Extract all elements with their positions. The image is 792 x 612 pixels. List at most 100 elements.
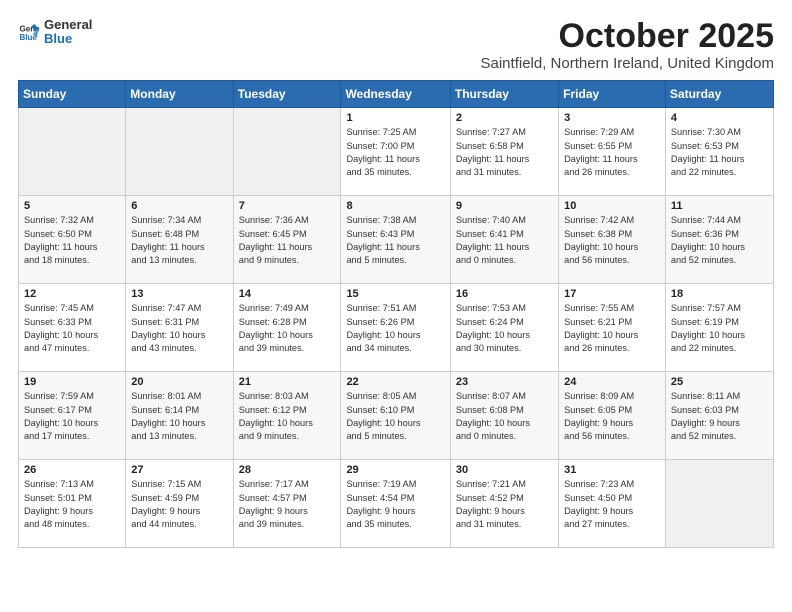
week-row-2: 5 Sunrise: 7:32 AM Sunset: 6:50 PM Daylig… xyxy=(19,196,774,284)
day-info: Sunrise: 7:17 AM Sunset: 4:57 PM Dayligh… xyxy=(239,478,336,531)
day-number: 29 xyxy=(346,464,444,476)
col-wednesday: Wednesday xyxy=(341,81,450,108)
day-number: 23 xyxy=(456,376,553,388)
calendar-cell: 10 Sunrise: 7:42 AM Sunset: 6:38 PM Dayli… xyxy=(559,196,666,284)
calendar-cell xyxy=(665,460,773,548)
calendar-cell: 8 Sunrise: 7:38 AM Sunset: 6:43 PM Daylig… xyxy=(341,196,450,284)
col-thursday: Thursday xyxy=(450,81,558,108)
day-number: 10 xyxy=(564,200,660,212)
day-info: Sunrise: 7:38 AM Sunset: 6:43 PM Dayligh… xyxy=(346,214,444,267)
day-number: 12 xyxy=(24,288,120,300)
calendar-cell: 2Sunrise: 7:27 AM Sunset: 6:58 PM Daylig… xyxy=(450,108,558,196)
day-number: 27 xyxy=(131,464,227,476)
calendar-cell: 13 Sunrise: 7:47 AM Sunset: 6:31 PM Dayli… xyxy=(126,284,233,372)
week-row-1: 1 Sunrise: 7:25 AM Sunset: 7:00 PM Daylig… xyxy=(19,108,774,196)
calendar-cell: 4Sunrise: 7:30 AM Sunset: 6:53 PM Daylig… xyxy=(665,108,773,196)
day-info: Sunrise: 7:45 AM Sunset: 6:33 PM Dayligh… xyxy=(24,302,120,355)
calendar-cell xyxy=(233,108,341,196)
logo-general: General xyxy=(44,18,92,32)
col-tuesday: Tuesday xyxy=(233,81,341,108)
calendar-cell: 17 Sunrise: 7:55 AM Sunset: 6:21 PM Dayli… xyxy=(559,284,666,372)
day-info: Sunrise: 8:05 AM Sunset: 6:10 PM Dayligh… xyxy=(346,390,444,443)
day-number: 18 xyxy=(671,288,768,300)
day-info: Sunrise: 7:23 AM Sunset: 4:50 PM Dayligh… xyxy=(564,478,660,531)
calendar-cell: 15 Sunrise: 7:51 AM Sunset: 6:26 PM Dayli… xyxy=(341,284,450,372)
day-number: 16 xyxy=(456,288,553,300)
calendar-cell: 27 Sunrise: 7:15 AM Sunset: 4:59 PM Dayli… xyxy=(126,460,233,548)
day-info: Sunrise: 7:44 AM Sunset: 6:36 PM Dayligh… xyxy=(671,214,768,267)
day-info: Sunrise: 7:36 AM Sunset: 6:45 PM Dayligh… xyxy=(239,214,336,267)
day-number: 7 xyxy=(239,200,336,212)
calendar-cell: 1 Sunrise: 7:25 AM Sunset: 7:00 PM Daylig… xyxy=(341,108,450,196)
calendar-cell: 20 Sunrise: 8:01 AM Sunset: 6:14 PM Dayli… xyxy=(126,372,233,460)
day-info: Sunrise: 7:34 AM Sunset: 6:48 PM Dayligh… xyxy=(131,214,227,267)
calendar-cell: 16 Sunrise: 7:53 AM Sunset: 6:24 PM Dayli… xyxy=(450,284,558,372)
calendar-table: Sunday Monday Tuesday Wednesday Thursday… xyxy=(18,80,774,548)
day-info: Sunrise: 7:49 AM Sunset: 6:28 PM Dayligh… xyxy=(239,302,336,355)
calendar-cell: 11 Sunrise: 7:44 AM Sunset: 6:36 PM Dayli… xyxy=(665,196,773,284)
calendar-cell: 18Sunrise: 7:57 AM Sunset: 6:19 PM Dayli… xyxy=(665,284,773,372)
calendar-cell: 9 Sunrise: 7:40 AM Sunset: 6:41 PM Daylig… xyxy=(450,196,558,284)
col-friday: Friday xyxy=(559,81,666,108)
day-number: 13 xyxy=(131,288,227,300)
day-info: Sunrise: 7:15 AM Sunset: 4:59 PM Dayligh… xyxy=(131,478,227,531)
day-number: 8 xyxy=(346,200,444,212)
day-info: Sunrise: 7:55 AM Sunset: 6:21 PM Dayligh… xyxy=(564,302,660,355)
day-info: Sunrise: 7:53 AM Sunset: 6:24 PM Dayligh… xyxy=(456,302,553,355)
calendar-cell: 26Sunrise: 7:13 AM Sunset: 5:01 PM Dayli… xyxy=(19,460,126,548)
day-info: Sunrise: 7:59 AM Sunset: 6:17 PM Dayligh… xyxy=(24,390,120,443)
header: General Blue General Blue October 2025 S… xyxy=(18,18,774,72)
calendar-page: General Blue General Blue October 2025 S… xyxy=(0,0,792,612)
day-info: Sunrise: 7:19 AM Sunset: 4:54 PM Dayligh… xyxy=(346,478,444,531)
day-number: 24 xyxy=(564,376,660,388)
calendar-subtitle: Saintfield, Northern Ireland, United Kin… xyxy=(481,55,775,72)
day-info: Sunrise: 8:01 AM Sunset: 6:14 PM Dayligh… xyxy=(131,390,227,443)
day-info: Sunrise: 7:42 AM Sunset: 6:38 PM Dayligh… xyxy=(564,214,660,267)
day-number: 22 xyxy=(346,376,444,388)
day-info: Sunrise: 7:47 AM Sunset: 6:31 PM Dayligh… xyxy=(131,302,227,355)
day-number: 21 xyxy=(239,376,336,388)
day-info: Sunrise: 7:51 AM Sunset: 6:26 PM Dayligh… xyxy=(346,302,444,355)
calendar-cell: 3 Sunrise: 7:29 AM Sunset: 6:55 PM Daylig… xyxy=(559,108,666,196)
day-info: Sunrise: 8:03 AM Sunset: 6:12 PM Dayligh… xyxy=(239,390,336,443)
col-monday: Monday xyxy=(126,81,233,108)
calendar-cell: 22 Sunrise: 8:05 AM Sunset: 6:10 PM Dayli… xyxy=(341,372,450,460)
day-number: 31 xyxy=(564,464,660,476)
week-row-3: 12 Sunrise: 7:45 AM Sunset: 6:33 PM Dayli… xyxy=(19,284,774,372)
logo-text: General Blue xyxy=(44,18,92,47)
day-info: Sunrise: 7:21 AM Sunset: 4:52 PM Dayligh… xyxy=(456,478,553,531)
day-info: Sunrise: 7:32 AM Sunset: 6:50 PM Dayligh… xyxy=(24,214,120,267)
day-number: 6 xyxy=(131,200,227,212)
day-info: Sunrise: 7:40 AM Sunset: 6:41 PM Dayligh… xyxy=(456,214,553,267)
col-sunday: Sunday xyxy=(19,81,126,108)
day-info: Sunrise: 7:29 AM Sunset: 6:55 PM Dayligh… xyxy=(564,126,660,179)
day-number: 3 xyxy=(564,112,660,124)
day-number: 19 xyxy=(24,376,120,388)
header-row: Sunday Monday Tuesday Wednesday Thursday… xyxy=(19,81,774,108)
day-number: 1 xyxy=(346,112,444,124)
calendar-cell: 21 Sunrise: 8:03 AM Sunset: 6:12 PM Dayli… xyxy=(233,372,341,460)
logo-blue: Blue xyxy=(44,32,92,46)
day-number: 20 xyxy=(131,376,227,388)
week-row-4: 19 Sunrise: 7:59 AM Sunset: 6:17 PM Dayli… xyxy=(19,372,774,460)
week-row-5: 26Sunrise: 7:13 AM Sunset: 5:01 PM Dayli… xyxy=(19,460,774,548)
day-number: 17 xyxy=(564,288,660,300)
day-number: 28 xyxy=(239,464,336,476)
calendar-cell: 28 Sunrise: 7:17 AM Sunset: 4:57 PM Dayli… xyxy=(233,460,341,548)
day-number: 2 xyxy=(456,112,553,124)
day-number: 11 xyxy=(671,200,768,212)
day-number: 30 xyxy=(456,464,553,476)
calendar-title: October 2025 xyxy=(481,18,775,55)
day-number: 25 xyxy=(671,376,768,388)
day-number: 9 xyxy=(456,200,553,212)
day-number: 15 xyxy=(346,288,444,300)
calendar-cell xyxy=(19,108,126,196)
calendar-cell: 23Sunrise: 8:07 AM Sunset: 6:08 PM Dayli… xyxy=(450,372,558,460)
day-info: Sunrise: 7:25 AM Sunset: 7:00 PM Dayligh… xyxy=(346,126,444,179)
day-number: 5 xyxy=(24,200,120,212)
calendar-cell: 6 Sunrise: 7:34 AM Sunset: 6:48 PM Daylig… xyxy=(126,196,233,284)
day-number: 4 xyxy=(671,112,768,124)
title-area: October 2025 Saintfield, Northern Irelan… xyxy=(481,18,775,72)
calendar-body: 1 Sunrise: 7:25 AM Sunset: 7:00 PM Daylig… xyxy=(19,108,774,548)
calendar-cell: 19 Sunrise: 7:59 AM Sunset: 6:17 PM Dayli… xyxy=(19,372,126,460)
